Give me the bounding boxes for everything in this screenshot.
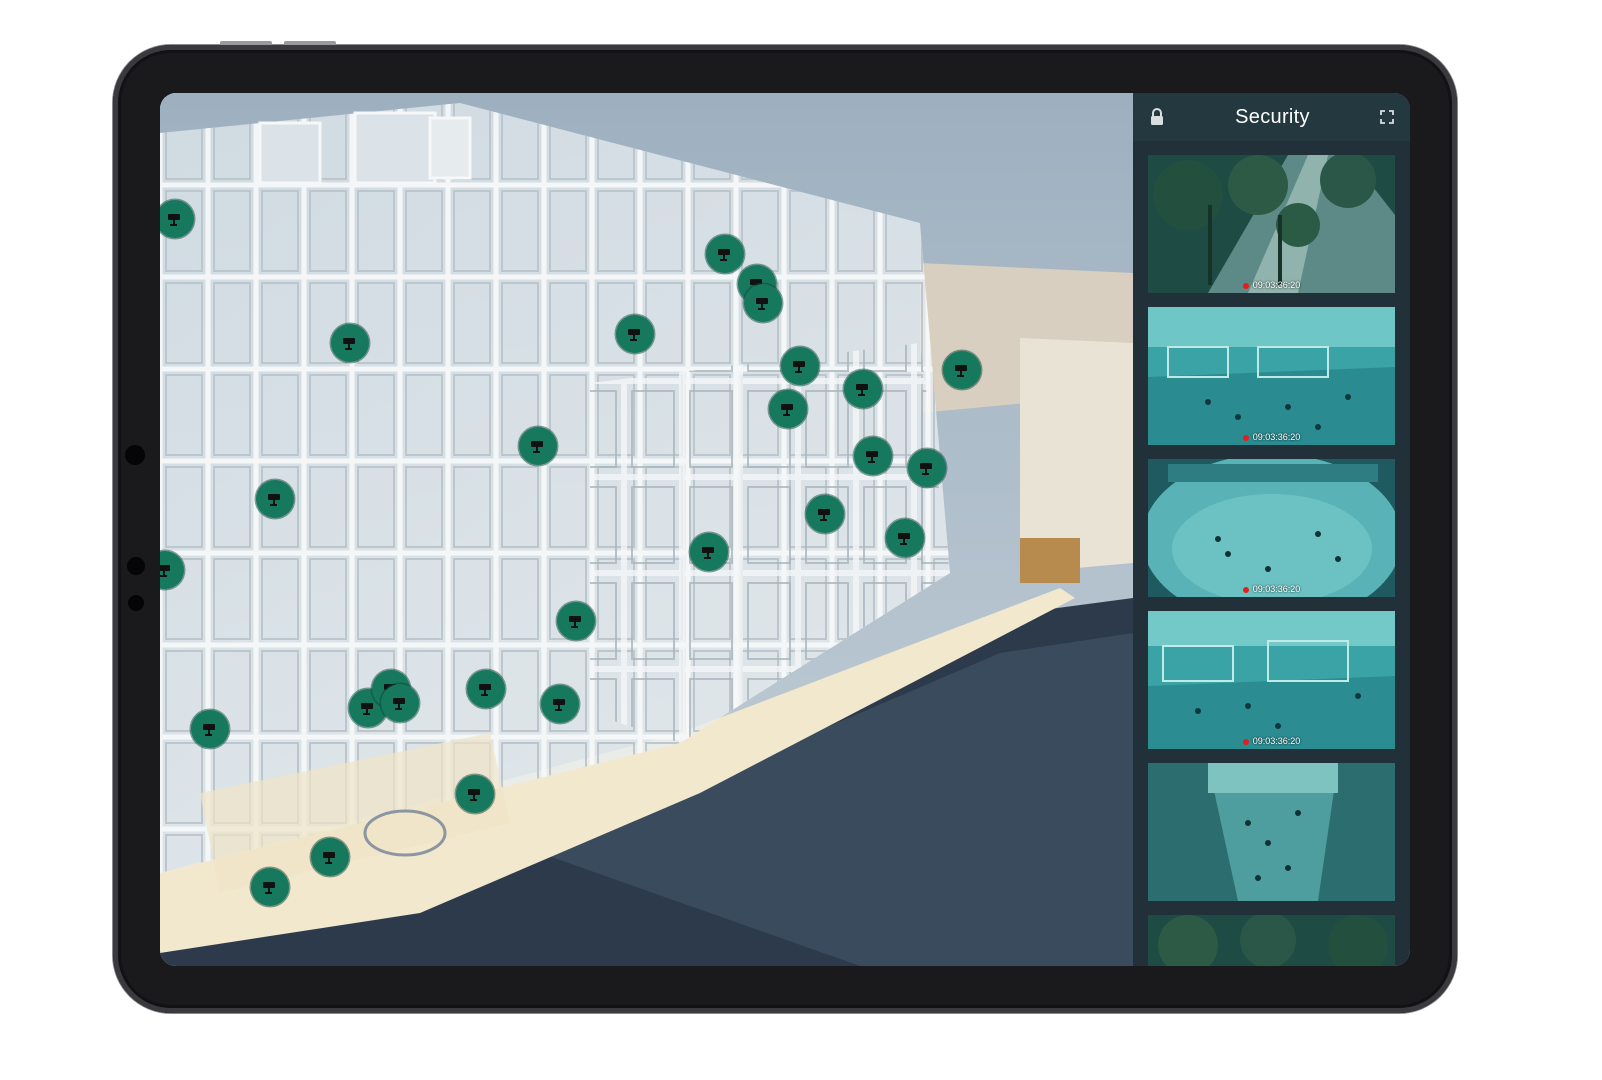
camera-feed-image [1148, 307, 1395, 445]
camera-marker[interactable] [854, 437, 892, 475]
camera-marker[interactable] [251, 868, 289, 906]
recording-dot [1242, 738, 1249, 745]
security-camera-icon [263, 882, 275, 894]
camera-marker[interactable] [191, 710, 229, 748]
security-panel: Security 09:03:36:20 09:03:36:20 09:03:3… [1133, 93, 1410, 966]
security-camera-icon [479, 684, 491, 696]
security-camera-icon [268, 494, 280, 506]
security-camera-icon [323, 852, 335, 864]
camera-feed-image [1148, 611, 1395, 749]
security-camera-icon [756, 298, 768, 310]
security-camera-icon [793, 361, 805, 373]
security-camera-icon [168, 214, 180, 226]
camera-marker[interactable] [256, 480, 294, 518]
recording-dot [1242, 586, 1249, 593]
camera-feed[interactable]: 09:03:36:20 [1148, 459, 1395, 597]
security-camera-icon [818, 509, 830, 521]
camera-marker[interactable] [769, 390, 807, 428]
camera-marker[interactable] [381, 684, 419, 722]
camera-feed[interactable]: 09:03:36:20 [1148, 611, 1395, 749]
security-camera-icon [781, 404, 793, 416]
security-camera-icon [856, 384, 868, 396]
camera-marker[interactable] [541, 685, 579, 723]
neighbor-building [1020, 338, 1133, 573]
recording-dot [1242, 282, 1249, 289]
camera-feed-image [1148, 459, 1395, 597]
security-camera-icon [393, 698, 405, 710]
camera-feed[interactable] [1148, 915, 1395, 966]
security-camera-icon [920, 463, 932, 475]
security-camera-icon [898, 533, 910, 545]
camera-feed-image [1148, 763, 1395, 901]
feed-timestamp: 09:03:36:20 [1148, 736, 1395, 746]
building-3d-viewport[interactable] [160, 93, 1133, 966]
camera-marker[interactable] [331, 324, 369, 362]
camera-marker[interactable] [744, 284, 782, 322]
camera-feed-image [1148, 915, 1395, 966]
camera-feed-image [1148, 155, 1395, 293]
security-camera-icon [955, 365, 967, 377]
security-camera-icon [702, 547, 714, 559]
security-camera-icon [343, 338, 355, 350]
camera-marker[interactable] [456, 775, 494, 813]
camera-marker[interactable] [844, 370, 882, 408]
camera-sensor [128, 595, 144, 611]
camera-marker[interactable] [806, 495, 844, 533]
camera-marker[interactable] [943, 351, 981, 389]
feed-timestamp: 09:03:36:20 [1148, 584, 1395, 594]
security-camera-icon [531, 441, 543, 453]
security-camera-icon [361, 703, 373, 715]
volume-button [220, 41, 272, 45]
camera-marker[interactable] [706, 235, 744, 273]
panel-header: Security [1133, 93, 1410, 141]
security-camera-icon [569, 616, 581, 628]
camera-marker[interactable] [690, 533, 728, 571]
camera-marker[interactable] [557, 602, 595, 640]
security-camera-icon [718, 249, 730, 261]
camera-marker[interactable] [886, 519, 924, 557]
camera-marker[interactable] [616, 315, 654, 353]
camera-feed[interactable] [1148, 763, 1395, 901]
security-camera-icon [628, 329, 640, 341]
security-camera-icon [203, 724, 215, 736]
camera-feed[interactable]: 09:03:36:20 [1148, 155, 1395, 293]
camera-marker[interactable] [467, 670, 505, 708]
security-camera-icon [553, 699, 565, 711]
camera-marker[interactable] [311, 838, 349, 876]
security-camera-icon [866, 451, 878, 463]
recording-dot [1242, 434, 1249, 441]
lock-icon[interactable] [1149, 108, 1165, 126]
camera-feed[interactable]: 09:03:36:20 [1148, 307, 1395, 445]
feed-timestamp: 09:03:36:20 [1148, 432, 1395, 442]
entrance-canopy [1020, 538, 1080, 583]
camera-marker[interactable] [908, 449, 946, 487]
app-screen: Security 09:03:36:20 09:03:36:20 09:03:3… [160, 93, 1410, 966]
camera-feed-list[interactable]: 09:03:36:20 09:03:36:20 09:03:36:20 09:0… [1148, 155, 1395, 966]
feed-timestamp: 09:03:36:20 [1148, 280, 1395, 290]
security-camera-icon [160, 565, 170, 577]
panel-title: Security [1235, 105, 1310, 128]
camera-marker[interactable] [781, 347, 819, 385]
volume-button [284, 41, 336, 45]
camera-marker[interactable] [519, 427, 557, 465]
security-camera-icon [468, 789, 480, 801]
fullscreen-icon[interactable] [1380, 110, 1394, 124]
camera-sensor [125, 445, 145, 465]
camera-sensor [127, 557, 145, 575]
